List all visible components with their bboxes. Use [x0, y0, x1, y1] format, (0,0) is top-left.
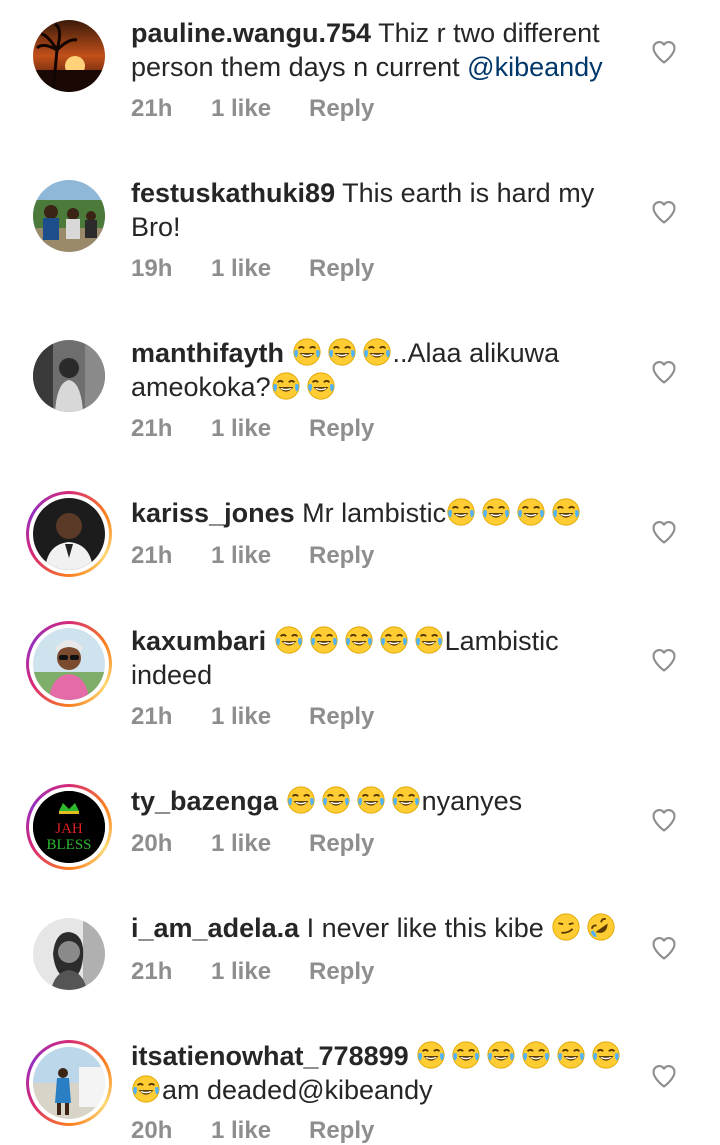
avatar[interactable]	[26, 13, 112, 99]
joy-emoji	[286, 786, 422, 816]
heart-icon[interactable]	[650, 646, 678, 674]
comment-time: 21h	[131, 958, 173, 985]
joy-emoji	[446, 498, 582, 528]
comment-username[interactable]: manthifayth	[131, 338, 284, 368]
comment-likes[interactable]: 1 like	[211, 542, 309, 570]
jah-bless-logo: JAH BLESS	[33, 791, 105, 863]
comment-likes[interactable]: 1 like	[211, 958, 309, 986]
avatar[interactable]: JAH BLESS	[26, 784, 112, 870]
story-ring	[26, 491, 112, 577]
reply-button[interactable]: Reply	[309, 1117, 374, 1145]
comment-likes[interactable]: 1 like	[211, 830, 309, 858]
joy-emoji	[271, 372, 337, 402]
story-ring	[26, 621, 112, 707]
comment-username[interactable]: kaxumbari	[131, 626, 266, 656]
comment-meta: 21h 1 like Reply	[131, 415, 374, 443]
heart-icon[interactable]	[650, 518, 678, 546]
sunset-palm-photo	[33, 20, 105, 92]
comment-meta: 20h 1 like Reply	[131, 1117, 374, 1145]
story-ring: JAH BLESS	[26, 784, 112, 870]
comment-time: 21h	[131, 415, 173, 442]
reply-button[interactable]: Reply	[309, 415, 374, 443]
heart-icon[interactable]	[650, 358, 678, 386]
heart-icon[interactable]	[650, 806, 678, 834]
comment-meta: 21h 1 like Reply	[131, 958, 374, 986]
comment-likes[interactable]: 1 like	[211, 95, 309, 123]
comment-meta: 21h 1 like Reply	[131, 703, 374, 731]
beach-photo-story	[33, 1047, 105, 1119]
heart-icon[interactable]	[650, 38, 678, 66]
reply-button[interactable]: Reply	[309, 95, 374, 123]
comment-meta: 21h 1 like Reply	[131, 95, 374, 123]
comment-text: festuskathuki89 This earth is hard my Br…	[131, 176, 631, 244]
avatar[interactable]	[26, 173, 112, 259]
comment-likes[interactable]: 1 like	[211, 1117, 309, 1145]
avatar[interactable]	[26, 621, 112, 707]
bw-woman-portrait	[33, 918, 105, 990]
comment-username[interactable]: ty_bazenga	[131, 786, 278, 816]
comment-username[interactable]: kariss_jones	[131, 498, 295, 528]
reply-button[interactable]: Reply	[309, 958, 374, 986]
comment-time: 19h	[131, 255, 173, 282]
comment-body: I never like this kibe	[299, 913, 552, 943]
avatar[interactable]	[26, 333, 112, 419]
comment-mention[interactable]: @kibeandy	[467, 52, 603, 82]
comment-time: 20h	[131, 830, 173, 857]
comment-username[interactable]: pauline.wangu.754	[131, 18, 371, 48]
comment-meta: 20h 1 like Reply	[131, 830, 374, 858]
avatar[interactable]	[26, 911, 112, 997]
joy-emoji	[292, 338, 393, 368]
reply-button[interactable]: Reply	[309, 542, 374, 570]
comment-text: ty_bazenga nyanyes	[131, 784, 631, 818]
comment-text: kaxumbari Lambistic indeed	[131, 624, 631, 692]
comment-time: 21h	[131, 542, 173, 569]
comment-meta: 21h 1 like Reply	[131, 542, 374, 570]
joy-emoji	[274, 626, 445, 656]
story-ring	[26, 1040, 112, 1126]
comment-text: manthifayth ..Alaa alikuwa ameokoka?	[131, 336, 631, 404]
comment-text: kariss_jones Mr lambistic	[131, 496, 631, 530]
comment-time: 21h	[131, 703, 173, 730]
comment-likes[interactable]: 1 like	[211, 255, 309, 283]
comment-body: am deaded@kibeandy	[162, 1075, 433, 1105]
comment-time: 21h	[131, 95, 173, 122]
comment-time: 20h	[131, 1117, 173, 1144]
svg-text:BLESS: BLESS	[46, 837, 91, 853]
smirk-emoji	[551, 912, 581, 942]
man-portrait-story	[33, 498, 105, 570]
comment-meta: 19h 1 like Reply	[131, 255, 374, 283]
svg-text:JAH: JAH	[55, 821, 83, 837]
reply-button[interactable]: Reply	[309, 255, 374, 283]
comment-text: i_am_adela.a I never like this kibe	[131, 911, 631, 945]
comment-username[interactable]: itsatienowhat_778899	[131, 1041, 409, 1071]
reply-button[interactable]: Reply	[309, 830, 374, 858]
heart-icon[interactable]	[650, 934, 678, 962]
comment-text: pauline.wangu.754 Thiz r two different p…	[131, 16, 631, 84]
avatar[interactable]	[26, 1040, 112, 1126]
reply-button[interactable]: Reply	[309, 703, 374, 731]
comment-text: itsatienowhat_778899 am deaded@kibeandy	[131, 1039, 631, 1107]
group-photo	[33, 180, 105, 252]
comment-likes[interactable]: 1 like	[211, 703, 309, 731]
bw-portrait	[33, 340, 105, 412]
rofl-emoji	[586, 912, 616, 942]
comment-body: nyanyes	[421, 786, 523, 816]
comment-username[interactable]: festuskathuki89	[131, 178, 335, 208]
comment-username[interactable]: i_am_adela.a	[131, 913, 299, 943]
comment-likes[interactable]: 1 like	[211, 415, 309, 443]
heart-icon[interactable]	[650, 1062, 678, 1090]
avatar[interactable]	[26, 491, 112, 577]
comment-body: Mr lambistic	[294, 498, 447, 528]
heart-icon[interactable]	[650, 198, 678, 226]
woman-sunglasses-story	[33, 628, 105, 700]
